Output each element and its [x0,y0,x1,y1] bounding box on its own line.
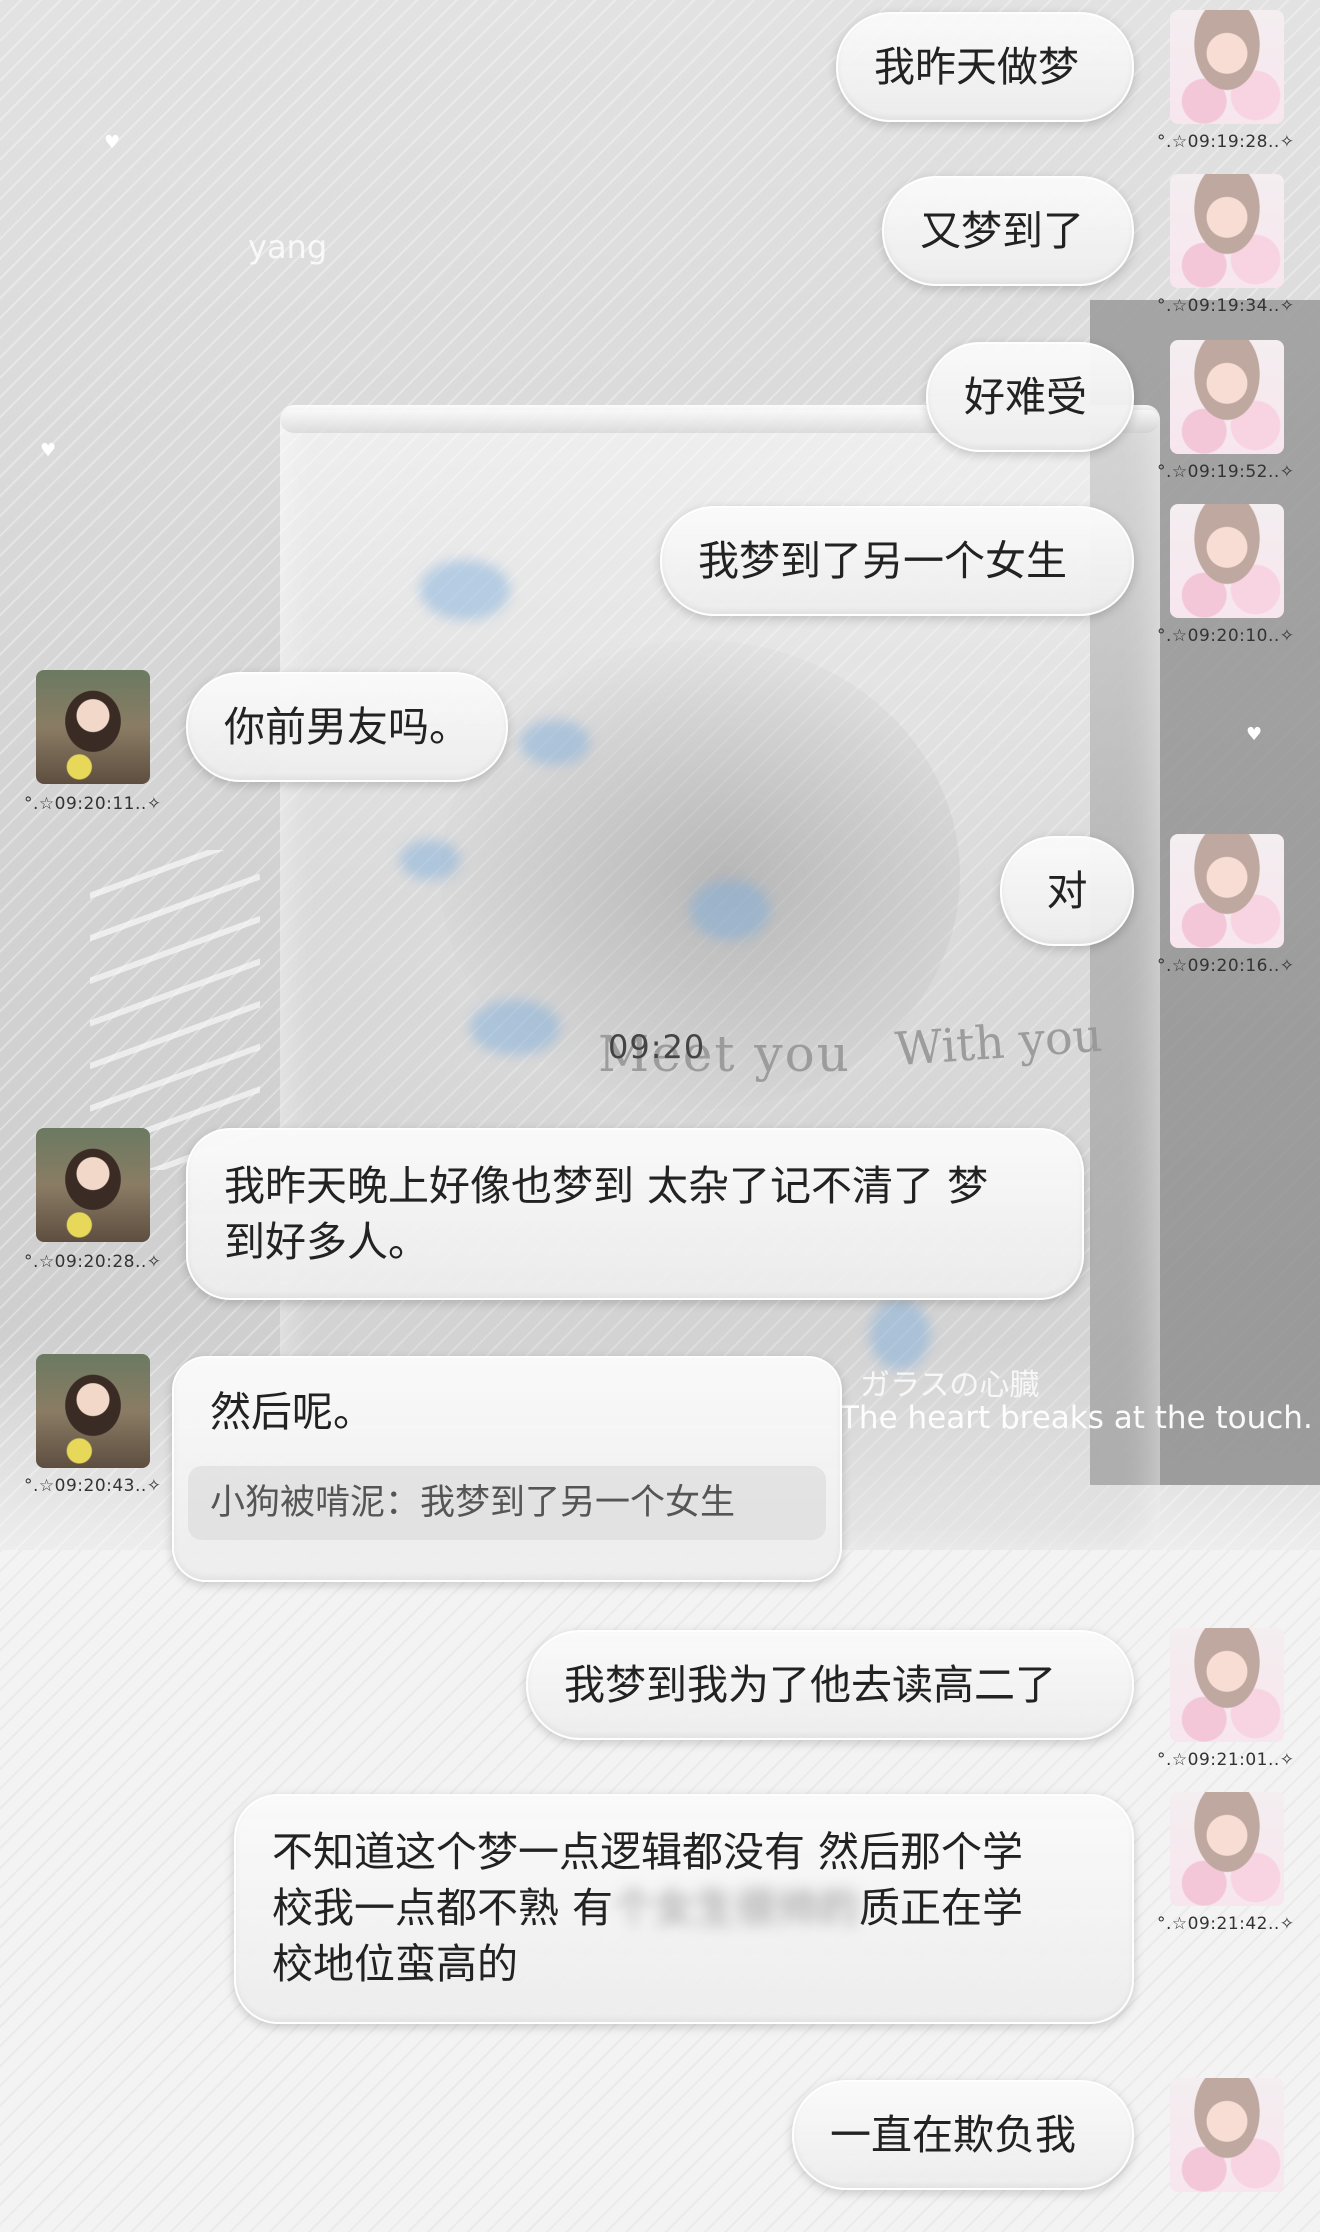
message-timestamp: °.☆09:20:16..✧ [1157,956,1295,976]
contact-avatar[interactable] [36,1354,150,1468]
message-text: 好难受 [964,373,1087,421]
message-bubble-sent[interactable]: 我梦到了另一个女生 [660,506,1134,616]
message-timestamp: °.☆09:20:11..✧ [24,794,162,814]
blurred-text: 个女生很帅的 [613,1884,860,1932]
message-bubble-sent[interactable]: 对 [1000,836,1134,946]
message-timestamp: °.☆09:19:52..✧ [1157,462,1295,482]
message-timestamp: °.☆09:20:28..✧ [24,1252,162,1272]
quoted-message[interactable]: 小狗被啃泥：我梦到了另一个女生 [188,1466,826,1540]
message-bubble-sent[interactable]: 不知道这个梦一点逻辑都没有 然后那个学 校我一点都不熟 有个女生很帅的质正在学 … [234,1794,1134,2024]
message-text-line: 不知道这个梦一点逻辑都没有 然后那个学 [272,1828,1024,1876]
background-text-heart: The heart breaks at the touch. [840,1400,1313,1436]
message-text-segment: 校我一点都不熟 有 [272,1884,614,1932]
message-bubble-received-with-quote[interactable]: 然后呢。 小狗被啃泥：我梦到了另一个女生 [172,1356,842,1582]
message-text: 我梦到我为了他去读高二了 [564,1661,1056,1709]
self-avatar[interactable] [1170,10,1284,124]
message-text-segment: 质正在学 [859,1884,1024,1932]
message-timestamp: °.☆09:19:28..✧ [1157,132,1295,152]
message-text: 我昨天做梦 [874,43,1079,91]
message-text-line: 到好多人。 [224,1218,429,1266]
message-timestamp: °.☆09:20:10..✧ [1157,626,1295,646]
message-timestamp: °.☆09:21:42..✧ [1157,1914,1295,1934]
background-helix-decoration [90,850,260,1170]
message-timestamp: °.☆09:19:34..✧ [1157,296,1295,316]
self-avatar[interactable] [1170,340,1284,454]
message-bubble-sent[interactable]: 我昨天做梦 [836,12,1134,122]
heart-icon: ♥ [1246,724,1263,745]
message-bubble-sent[interactable]: 一直在欺负我 [792,2080,1134,2190]
self-avatar[interactable] [1170,1628,1284,1742]
message-text: 不知道这个梦一点逻辑都没有 然后那个学 校我一点都不熟 有个女生很帅的质正在学 … [272,1824,1023,1992]
background-blue-spot [400,840,460,880]
message-text: 然后呢。 [210,1388,374,1436]
message-bubble-sent[interactable]: 我梦到我为了他去读高二了 [526,1630,1134,1740]
message-text-line: 我昨天晚上好像也梦到 太杂了记不清了 梦 [224,1162,989,1210]
message-bubble-sent[interactable]: 好难受 [926,342,1134,452]
heart-icon: ♥ [40,440,57,461]
message-timestamp: °.☆09:21:01..✧ [1157,1750,1295,1770]
message-bubble-received[interactable]: 我昨天晚上好像也梦到 太杂了记不清了 梦 到好多人。 [186,1128,1084,1300]
background-blue-spot [420,560,510,620]
contact-avatar[interactable] [36,1128,150,1242]
message-timestamp: °.☆09:20:43..✧ [24,1476,162,1496]
self-avatar[interactable] [1170,834,1284,948]
message-text: 我昨天晚上好像也梦到 太杂了记不清了 梦 到好多人。 [224,1158,988,1270]
contact-avatar[interactable] [36,670,150,784]
message-text: 又梦到了 [920,207,1084,255]
message-bubble-sent[interactable]: 又梦到了 [882,176,1134,286]
background-blue-spot [520,720,590,765]
background-text-japanese: ガラスの心臓 [860,1368,1040,1403]
message-text: 我梦到了另一个女生 [698,537,1067,585]
message-bubble-received[interactable]: 你前男友吗。 [186,672,508,782]
self-avatar[interactable] [1170,504,1284,618]
heart-icon: ♥ [104,132,121,153]
background-watermark-name: yang [248,228,328,266]
message-text: 你前男友吗。 [224,703,470,751]
message-text-line: 校我一点都不熟 有个女生很帅的质正在学 [272,1880,1023,1936]
message-text: 对 [1046,867,1088,915]
center-time-divider: 09:20 [608,1028,706,1066]
background-blue-spot [470,1000,560,1055]
message-text: 一直在欺负我 [830,2111,1076,2159]
self-avatar[interactable] [1170,174,1284,288]
message-text-line: 校地位蛮高的 [272,1940,518,1988]
background-blue-spot [690,880,770,940]
self-avatar[interactable] [1170,1792,1284,1906]
self-avatar[interactable] [1170,2078,1284,2192]
